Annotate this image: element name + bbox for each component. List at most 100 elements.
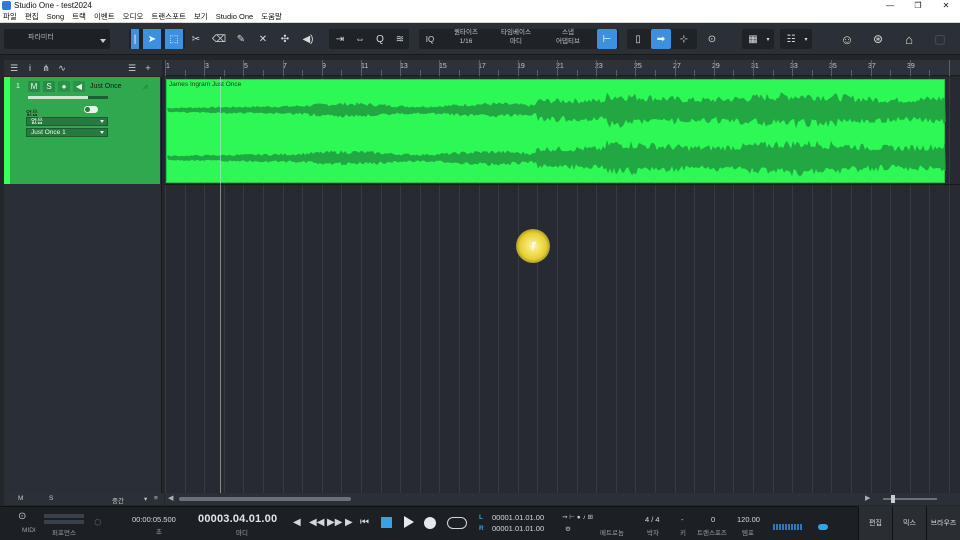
loop-end-value[interactable]: 00001.01.01.00 (492, 524, 544, 533)
go-to-end-icon[interactable]: ▶ (345, 517, 353, 528)
time-seconds[interactable]: 00:00:05.500 (132, 515, 176, 524)
list-options-icon[interactable]: ≡ (154, 495, 158, 502)
listen-tool-icon[interactable]: ◀) (300, 29, 316, 49)
mute-tool-icon[interactable]: ✕ (255, 29, 271, 49)
input-select[interactable]: 없음 (26, 117, 108, 126)
quantize-q-icon[interactable]: Q (372, 29, 388, 49)
menu-edit[interactable]: 편집 (25, 11, 39, 22)
scroll-left-icon[interactable]: ◀ (168, 494, 173, 502)
chevron-down-icon[interactable]: ▾ (144, 495, 147, 503)
volume-slider[interactable] (28, 96, 108, 99)
mix-tab[interactable]: 믹스 (892, 506, 926, 540)
split-at-cursor-icon[interactable]: ⇥ (332, 29, 348, 49)
time-signature-value[interactable]: 4 / 4 (645, 515, 660, 524)
cursor-follows-icon[interactable]: ⊹ (676, 29, 692, 49)
add-track-icon[interactable]: + (142, 62, 154, 74)
home-icon[interactable]: ⌂ (899, 29, 919, 49)
layout-chevron-icon[interactable]: ▾ (802, 29, 810, 49)
snap-toggle-icon[interactable]: ⊢ (597, 29, 617, 49)
horizontal-scrollbar[interactable]: ◀ ▶ (165, 493, 960, 505)
groove-icon[interactable]: ≋ (392, 29, 408, 49)
menu-file[interactable]: 파일 (3, 11, 17, 22)
transpose-value[interactable]: 0 (711, 515, 715, 524)
output-select[interactable]: Just Once 1 (26, 128, 108, 137)
input-toggle[interactable] (84, 106, 98, 113)
footer-mute-all[interactable]: M (18, 495, 23, 502)
audio-event[interactable]: James Ingram Just Once (166, 79, 946, 183)
go-to-start-icon[interactable]: ⏮ (360, 517, 369, 528)
parameter-dropdown[interactable]: 파라미터 (4, 29, 110, 49)
menu-transport[interactable]: 트랜스포트 (151, 11, 186, 22)
stretch-icon[interactable]: ⇔ (352, 29, 368, 49)
scroll-right-icon[interactable]: ▶ (865, 494, 870, 502)
mute-button[interactable]: M (28, 81, 40, 92)
zoom-handle[interactable] (891, 495, 895, 503)
menu-event[interactable]: 이벤트 (94, 11, 115, 22)
eraser-tool-icon[interactable]: ⌫ (211, 29, 227, 49)
pencil-tool-icon[interactable]: ✎ (233, 29, 249, 49)
fast-forward-icon[interactable]: ▶▶ (327, 517, 342, 528)
track-header[interactable]: 1 M S ● ◀ Just Once ⩘ 없음 없음 Just Once 1 (4, 77, 160, 184)
layout-view-icon[interactable]: ☷ (782, 29, 800, 49)
return-to-zero-icon[interactable]: ◀ (293, 517, 301, 528)
snap-selector[interactable]: 스냅 어댑티브 (546, 28, 590, 46)
record-arm-button[interactable]: ● (58, 81, 70, 92)
bend-tool-icon[interactable]: ✣ (277, 29, 293, 49)
rewind-icon[interactable]: ◀◀ (309, 517, 324, 528)
playback-cursor[interactable] (220, 77, 221, 493)
click-toggle[interactable] (818, 524, 828, 530)
play-button[interactable] (404, 516, 414, 528)
menu-audio[interactable]: 오디오 (123, 11, 144, 22)
arrow-tool-icon[interactable]: ➤ (143, 29, 161, 49)
track-name[interactable]: Just Once (90, 83, 122, 90)
close-button[interactable]: ✕ (932, 0, 960, 11)
range-tool-icon[interactable]: ⬚ (165, 29, 183, 49)
menu-studio-one[interactable]: Studio One (216, 12, 254, 21)
grid-chevron-icon[interactable]: ▾ (764, 29, 772, 49)
menu-song[interactable]: Song (47, 12, 65, 21)
tool-range-marker[interactable]: | (131, 29, 139, 49)
automation-icon[interactable]: ∿ (56, 62, 68, 74)
footer-solo-all[interactable]: S (49, 495, 53, 502)
minimize-button[interactable]: — (876, 0, 904, 11)
maximize-button[interactable]: ❐ (904, 0, 932, 11)
sync-dial-icon[interactable]: ◌ (94, 514, 102, 529)
track-list-icon[interactable]: ☰ (8, 62, 20, 74)
track-height-label[interactable]: 중간 (112, 495, 124, 505)
loop-button[interactable] (447, 517, 467, 529)
track-options-icon[interactable]: ☰ (126, 62, 138, 74)
monitor-button[interactable]: ◀ (73, 81, 85, 92)
metronome-settings-icon[interactable]: ⚙ (565, 525, 571, 533)
zoom-slider[interactable] (883, 495, 937, 503)
browse-tab[interactable]: 브라우즈 (926, 506, 960, 540)
autoscroll-icon[interactable]: ➡ (651, 29, 671, 49)
key-value[interactable]: - (681, 515, 684, 524)
menu-track[interactable]: 트랙 (72, 11, 86, 22)
record-button[interactable] (424, 517, 436, 529)
split-tool-icon[interactable]: ✂ (188, 29, 204, 49)
timeline-ruler[interactable]: 1 3 5 7 9 11 13 15 17 19 21 23 25 27 29 … (165, 60, 960, 76)
inspector-icon[interactable]: i (24, 62, 36, 74)
timestretch-icon[interactable]: ⊙ (703, 29, 721, 49)
iq-button[interactable]: IQ (422, 29, 438, 49)
midi-icon[interactable]: ⊙ (18, 511, 26, 522)
quantize-selector[interactable]: 퀀타이즈 1/16 (446, 28, 486, 46)
precount-icon[interactable]: ⇝ ⊢ ● ♪ ⊞ (562, 513, 593, 521)
automation-lanes-icon[interactable]: ⋔ (40, 62, 52, 74)
sync-icon[interactable]: ⊛ (868, 29, 888, 49)
tempo-value[interactable]: 120.00 (737, 515, 760, 524)
solo-button[interactable]: S (43, 81, 55, 92)
timebase-selector[interactable]: 타임베이스 마디 (494, 28, 538, 46)
menu-view[interactable]: 보기 (194, 11, 208, 22)
scrollbar-thumb[interactable] (179, 497, 351, 501)
edit-tab[interactable]: 편집 (858, 506, 892, 540)
user-icon[interactable]: ☺ (837, 29, 857, 49)
document-icon[interactable]: ▢ (930, 29, 950, 49)
song-position[interactable]: 00003.04.01.00 (198, 513, 277, 525)
loop-start-value[interactable]: 00001.01.01.00 (492, 513, 544, 522)
stop-button[interactable] (381, 517, 392, 528)
arrange-view[interactable]: James Ingram Just Once (165, 77, 960, 493)
menu-help[interactable]: 도움말 (261, 11, 282, 22)
snap-to-cursor-icon[interactable]: ▯ (630, 29, 646, 49)
grid-view-icon[interactable]: ▦ (744, 29, 762, 49)
